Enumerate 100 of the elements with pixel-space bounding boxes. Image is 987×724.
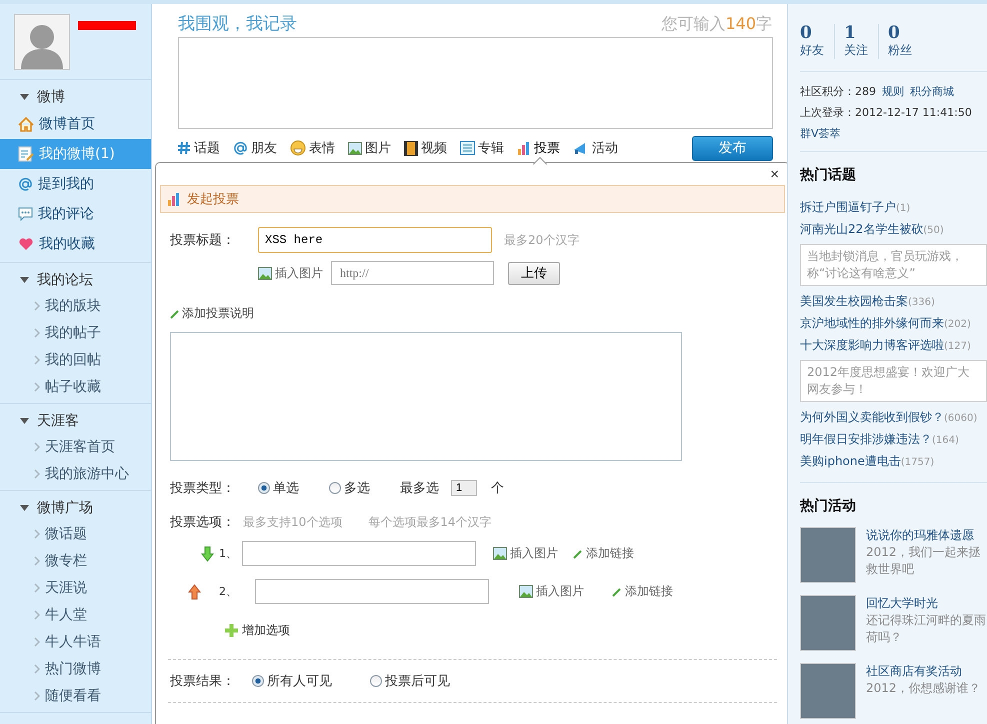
redaction-bar: [78, 21, 136, 30]
chevron-icon: [34, 300, 40, 310]
picture-icon: [348, 142, 362, 154]
url-input[interactable]: http://: [331, 261, 494, 285]
activity-title[interactable]: 回忆大学时光: [866, 595, 987, 612]
topic-note: 当地封锁消息，官员玩游戏，称“讨论这有啥意义”: [800, 244, 987, 286]
topic-link[interactable]: 十大深度影响力博客评选啦(127): [800, 334, 987, 356]
topic-link[interactable]: 明年假日安排涉嫌违法？(164): [800, 428, 987, 450]
up-arrow-icon[interactable]: [188, 584, 201, 600]
title-input[interactable]: XSS here: [258, 227, 492, 253]
option-number: 1、: [219, 546, 237, 561]
caret-icon[interactable]: [20, 277, 29, 283]
sidebar-item[interactable]: 帖子收藏: [0, 373, 151, 400]
stat-value[interactable]: 1: [844, 24, 868, 42]
section-title: 微博广场: [37, 499, 93, 517]
upload-button[interactable]: 上传: [508, 262, 560, 284]
radio-option[interactable]: 单选: [258, 479, 299, 497]
radio-option[interactable]: 多选: [329, 479, 370, 497]
topic-link[interactable]: 美购iphone遭电击(1757): [800, 450, 987, 472]
group-link[interactable]: 群V荟萃: [800, 126, 987, 141]
section-heading: 热门话题: [800, 166, 857, 185]
smiley-icon: [290, 140, 306, 156]
unit-label: 个: [491, 480, 504, 497]
option-number: 2、: [219, 584, 237, 599]
chevron-icon: [34, 382, 40, 392]
topic-link[interactable]: 为何外国义卖能收到假钞？(6060): [800, 406, 987, 428]
topic-link[interactable]: 京沪地域性的排外缘何而来(202): [800, 312, 987, 334]
sidebar-item[interactable]: 我的评论: [0, 199, 151, 229]
hash-icon: [177, 141, 191, 155]
sidebar-item[interactable]: 我的帖子: [0, 319, 151, 346]
sidebar-item[interactable]: 我的版块: [0, 292, 151, 319]
hint-text: 最多20个汉字: [504, 232, 580, 248]
insert-image-link[interactable]: 插入图片: [493, 545, 558, 562]
avatar-placeholder[interactable]: [14, 14, 70, 70]
sidebar-item[interactable]: 提到我的: [0, 169, 151, 199]
max-count-input[interactable]: 1: [451, 480, 477, 496]
add-link-link[interactable]: 添加链接: [612, 583, 673, 600]
chevron-icon: [34, 610, 40, 620]
photo-placeholder[interactable]: [800, 595, 856, 651]
field-label: 投票标题：: [170, 232, 236, 249]
points-link[interactable]: 积分商城: [910, 84, 954, 99]
sidebar-item[interactable]: 天涯说: [0, 574, 151, 601]
chevron-icon: [34, 328, 40, 338]
stat-label[interactable]: 关注: [844, 42, 868, 59]
insert-image-link[interactable]: 插入图片: [519, 583, 584, 600]
caret-icon[interactable]: [20, 94, 29, 100]
points-link[interactable]: 规则: [882, 84, 904, 99]
sidebar-item[interactable]: 微博首页: [0, 109, 151, 139]
radio-option[interactable]: 投票后可见: [370, 672, 450, 690]
activity-description: 还记得珠江河畔的夏雨荷吗？: [866, 612, 987, 646]
add-link-link[interactable]: 添加链接: [573, 545, 634, 562]
option-input[interactable]: [242, 541, 476, 566]
chevron-icon: [34, 664, 40, 674]
activity-title[interactable]: 说说你的玛雅体遗愿: [866, 527, 987, 544]
down-arrow-icon[interactable]: [201, 546, 214, 562]
toolbar-button[interactable]: 专辑: [460, 139, 504, 157]
sidebar-item[interactable]: 热门微博: [0, 655, 151, 682]
caret-icon[interactable]: [20, 505, 29, 511]
document-icon: [460, 141, 475, 155]
at-sign-icon: [233, 140, 248, 156]
toolbar-button[interactable]: 图片: [348, 139, 391, 157]
post-textarea[interactable]: [178, 37, 773, 129]
sidebar-item[interactable]: 微专栏: [0, 547, 151, 574]
toolbar-button[interactable]: 视频: [404, 139, 447, 157]
stat-value[interactable]: 0: [888, 24, 912, 42]
add-description-link[interactable]: 添加投票说明: [170, 305, 775, 322]
publish-button[interactable]: 发布: [692, 136, 773, 160]
toolbar-button[interactable]: 活动: [573, 139, 618, 157]
close-button[interactable]: ×: [764, 167, 785, 183]
picture-icon: [258, 266, 272, 280]
toolbar-button[interactable]: 朋友: [233, 139, 277, 157]
stat-label[interactable]: 好友: [800, 42, 824, 59]
sidebar-item[interactable]: 我的收藏: [0, 229, 151, 259]
activity-description: 2012，你想感谢谁？: [866, 680, 981, 697]
sidebar-item[interactable]: 我的旅游中心: [0, 460, 151, 487]
field-label: 投票选项：: [170, 514, 235, 531]
sidebar-item[interactable]: 我的回帖: [0, 346, 151, 373]
stat-value[interactable]: 0: [800, 24, 824, 42]
topic-link[interactable]: 美国发生校园枪击案(336): [800, 290, 987, 312]
sidebar-item[interactable]: 牛人牛语: [0, 628, 151, 655]
photo-placeholder[interactable]: [800, 527, 856, 583]
topic-link[interactable]: 河南光山22名学生被砍(50): [800, 218, 987, 240]
pencil-icon: [170, 308, 180, 318]
chevron-icon: [34, 528, 40, 538]
option-input[interactable]: [255, 579, 489, 604]
sidebar-item[interactable]: 随便看看: [0, 682, 151, 709]
sidebar-item[interactable]: 天涯客首页: [0, 433, 151, 460]
insert-image-link[interactable]: 插入图片: [258, 264, 323, 282]
toolbar-button[interactable]: 话题: [177, 139, 220, 157]
sidebar-item[interactable]: 牛人堂: [0, 601, 151, 628]
toolbar-button[interactable]: 投票: [517, 139, 560, 157]
caret-icon[interactable]: [20, 418, 29, 424]
stat-label[interactable]: 粉丝: [888, 42, 912, 59]
radio-option[interactable]: 所有人可见: [252, 672, 332, 690]
photo-placeholder[interactable]: [800, 663, 856, 719]
sidebar-item[interactable]: 微话题: [0, 520, 151, 547]
add-option-link[interactable]: 增加选项: [225, 622, 775, 639]
activity-title[interactable]: 社区商店有奖活动: [866, 663, 981, 680]
toolbar-button[interactable]: 表情: [290, 139, 335, 157]
topic-link[interactable]: 拆迁户围逼钉子户(1): [800, 196, 987, 218]
